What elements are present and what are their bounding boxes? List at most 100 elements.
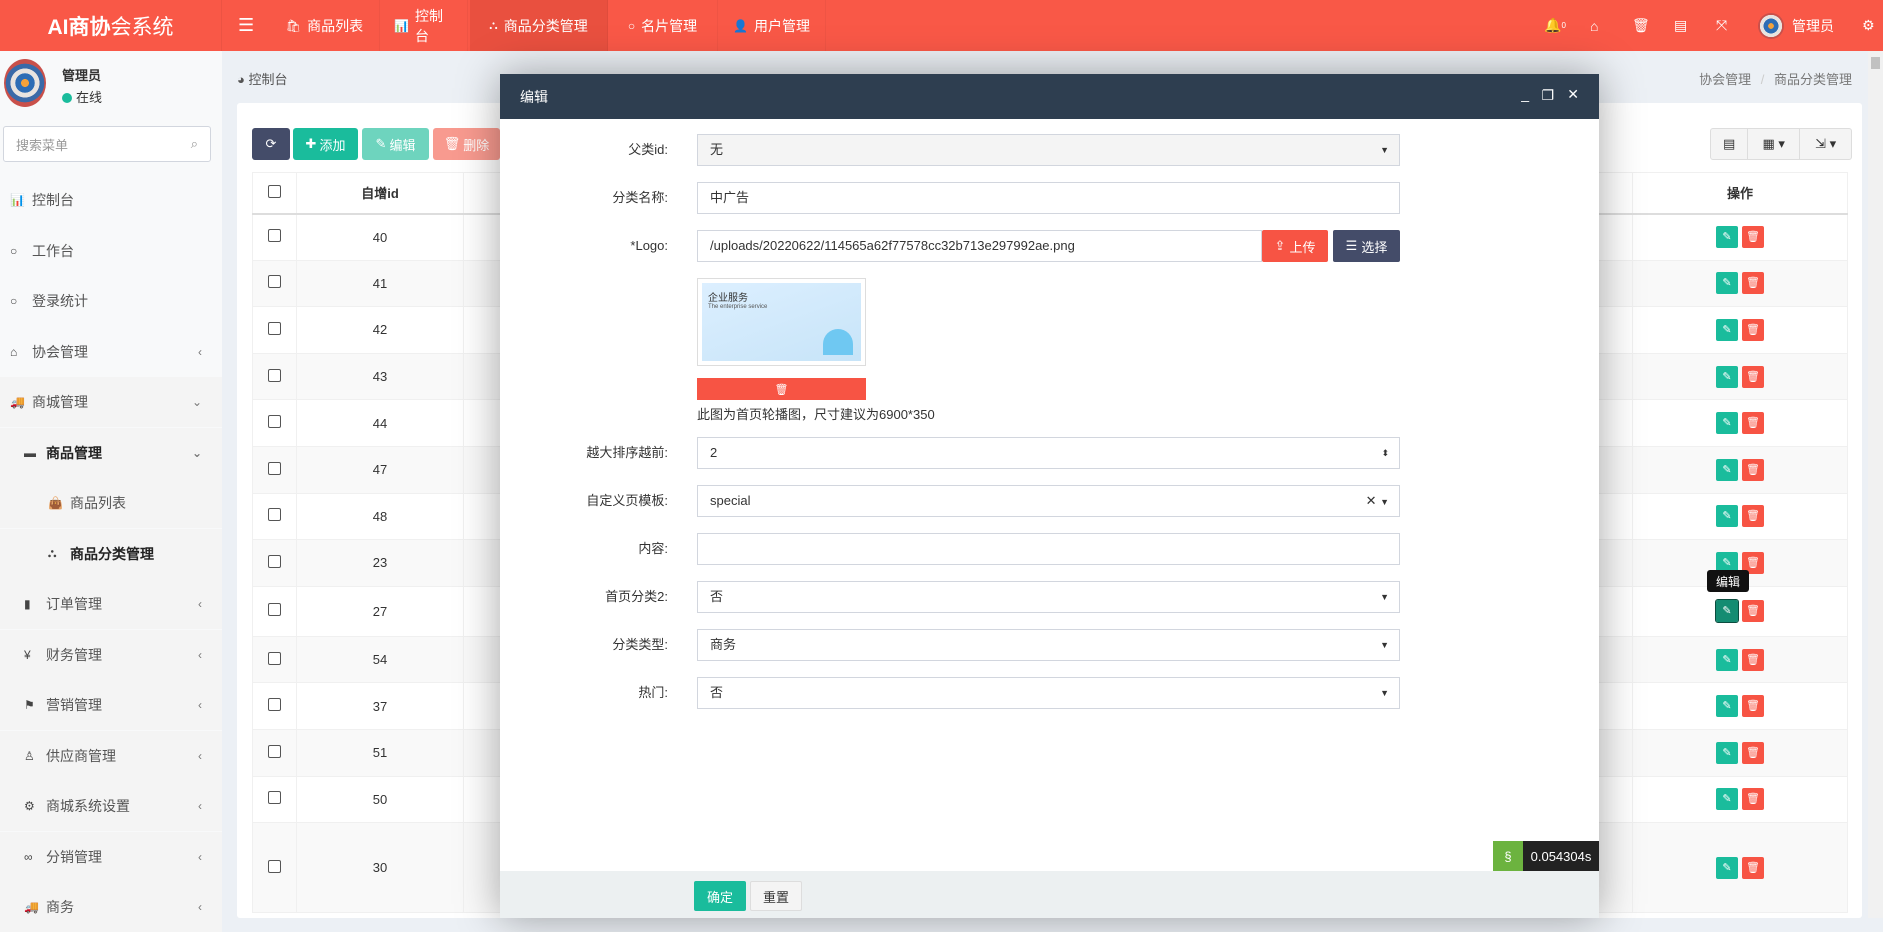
menu-toggle-icon[interactable]: ☰ xyxy=(238,0,254,51)
sidebar-item[interactable]: ⚑ 营销管理 ‹ xyxy=(0,680,222,730)
edit-row-button[interactable]: ✎ xyxy=(1716,741,1738,764)
row-checkbox[interactable] xyxy=(252,585,297,637)
edit-row-button[interactable]: ✎ xyxy=(1716,856,1738,879)
sidebar-item[interactable]: 🚚 商务 ‹ xyxy=(0,882,222,932)
sidebar-item[interactable]: 📊 控制台 xyxy=(0,175,222,225)
maximize-icon[interactable]: ❐ xyxy=(1541,87,1554,104)
edit-row-button[interactable]: ✎ xyxy=(1716,318,1738,341)
edit-row-button[interactable]: ✎ xyxy=(1716,505,1738,528)
logo[interactable]: AI商协 会系统 xyxy=(0,0,222,51)
col-id[interactable]: 自增id xyxy=(296,172,464,215)
scrollbar[interactable] xyxy=(1868,51,1883,918)
select-all[interactable] xyxy=(252,172,297,215)
delete-row-button[interactable]: 🗑 xyxy=(1742,856,1764,879)
nav-circle[interactable]: ○ 名片管理 xyxy=(608,0,718,51)
sidebar-item[interactable]: ▬ 商品管理 ⌄ xyxy=(0,427,222,478)
parent-select[interactable]: 无 ▼ xyxy=(697,134,1400,166)
minimize-icon[interactable]: _ xyxy=(1521,86,1529,102)
delete-row-button[interactable]: 🗑 xyxy=(1742,788,1764,811)
sidebar-item[interactable]: ♙ 供应商管理 ‹ xyxy=(0,730,222,781)
nav-sitemap[interactable]: ⛬ 商品分类管理 xyxy=(470,0,608,51)
row-checkbox[interactable] xyxy=(252,682,297,730)
edit-row-button[interactable]: ✎ xyxy=(1716,412,1738,435)
debug-timer[interactable]: § 0.054304s xyxy=(1493,841,1599,871)
search-menu-input[interactable]: 搜索菜单 ⌕ xyxy=(3,126,211,162)
sidebar-item[interactable]: 👜 商品列表 xyxy=(0,478,222,528)
trash-icon[interactable]: 🗑 xyxy=(1632,0,1650,51)
sidebar-item[interactable]: ¥ 财务管理 ‹ xyxy=(0,629,222,680)
row-checkbox[interactable] xyxy=(252,728,297,777)
nav-bar-chart[interactable]: 📊 控制台 xyxy=(380,0,468,51)
row-checkbox[interactable] xyxy=(252,306,297,354)
delete-row-button[interactable]: 🗑 xyxy=(1742,365,1764,388)
delete-button[interactable]: 🗑 删除 xyxy=(433,128,500,160)
sidebar-item[interactable]: 🚚 商城管理 ⌄ xyxy=(0,377,222,427)
breadcrumb-home[interactable]: ◕ 控制台 xyxy=(237,69,287,88)
close-icon[interactable]: ✕ xyxy=(1567,86,1579,103)
sort-input[interactable]: 2 ⬍ xyxy=(697,437,1400,469)
sidebar-item[interactable]: ○ 登录统计 xyxy=(0,276,222,326)
delete-row-button[interactable]: 🗑 xyxy=(1742,412,1764,435)
edit-row-button[interactable]: ✎ xyxy=(1716,226,1738,249)
edit-row-button[interactable]: ✎ xyxy=(1716,695,1738,718)
delete-row-button[interactable]: 🗑 xyxy=(1742,695,1764,718)
row-checkbox[interactable] xyxy=(252,399,297,447)
delete-row-button[interactable]: 🗑 xyxy=(1742,226,1764,249)
header-user-name[interactable]: 管理员 xyxy=(1792,0,1834,51)
sidebar-item[interactable]: ⚙ 商城系统设置 ‹ xyxy=(0,781,222,831)
edit-row-button[interactable]: ✎ xyxy=(1716,788,1738,811)
delete-row-button[interactable]: 🗑 xyxy=(1742,458,1764,481)
row-checkbox[interactable] xyxy=(252,352,297,401)
add-button[interactable]: ✚ 添加 xyxy=(293,128,358,160)
sidebar-item[interactable]: ∞ 分销管理 ‹ xyxy=(0,831,222,882)
choose-button[interactable]: ☰ 选择 xyxy=(1333,230,1400,262)
delete-row-button[interactable]: 🗑 xyxy=(1742,600,1764,623)
nav-user[interactable]: 👤 用户管理 xyxy=(718,0,826,51)
edit-row-button[interactable]: ✎ xyxy=(1715,599,1739,624)
logo-input[interactable]: /uploads/20220622/114565a62f77578cc32b71… xyxy=(697,230,1262,262)
sidebar-item[interactable]: ⌂ 协会管理 ‹ xyxy=(0,327,222,377)
sidebar-item[interactable]: ○ 工作台 xyxy=(0,226,222,276)
edit-row-button[interactable]: ✎ xyxy=(1716,458,1738,481)
name-input[interactable]: 中广告 xyxy=(697,182,1400,214)
home2-select[interactable]: 否 ▼ xyxy=(697,581,1400,613)
delete-row-button[interactable]: 🗑 xyxy=(1742,648,1764,671)
edit-row-button[interactable]: ✎ xyxy=(1716,648,1738,671)
row-checkbox[interactable] xyxy=(252,445,297,494)
sidebar-item[interactable]: ⛬ 商品分类管理 xyxy=(0,528,222,579)
toggle-view-icon[interactable]: ▤ xyxy=(1711,129,1749,159)
settings-cogs-icon[interactable]: ⚙ xyxy=(1862,0,1875,51)
delete-row-button[interactable]: 🗑 xyxy=(1742,318,1764,341)
upload-button[interactable]: ⇪ 上传 xyxy=(1262,230,1328,262)
row-checkbox[interactable] xyxy=(252,822,297,914)
bell-icon[interactable]: 🔔 0 xyxy=(1544,0,1566,51)
delete-row-button[interactable]: 🗑 xyxy=(1742,741,1764,764)
nav-shopping-bag[interactable]: 🛍 商品列表 xyxy=(270,0,380,51)
row-checkbox[interactable] xyxy=(252,492,297,541)
delete-row-button[interactable]: 🗑 xyxy=(1742,505,1764,528)
edit-button[interactable]: ✎ 编辑 xyxy=(362,128,429,160)
breadcrumb-item[interactable]: 协会管理 xyxy=(1699,72,1751,87)
row-checkbox[interactable] xyxy=(252,635,297,684)
fullscreen-icon[interactable]: ⤧ xyxy=(1716,0,1727,51)
edit-row-button[interactable]: ✎ xyxy=(1716,272,1738,295)
row-checkbox[interactable] xyxy=(252,213,297,261)
type-select[interactable]: 商务 ▼ xyxy=(697,629,1400,661)
template-select[interactable]: special ✕ ▼ xyxy=(697,485,1400,517)
home-icon[interactable]: ⌂ xyxy=(1590,0,1598,51)
row-checkbox[interactable] xyxy=(252,259,297,308)
confirm-button[interactable]: 确定 xyxy=(694,881,746,911)
columns-dropdown-icon[interactable]: ▦ ▾ xyxy=(1748,129,1801,159)
reset-button[interactable]: 重置 xyxy=(750,881,802,911)
edit-row-button[interactable]: ✎ xyxy=(1716,365,1738,388)
translate-icon[interactable]: ▤ xyxy=(1674,0,1687,51)
content-input[interactable] xyxy=(697,533,1400,565)
hot-select[interactable]: 否 ▼ xyxy=(697,677,1400,709)
delete-image-button[interactable]: 🗑 xyxy=(697,378,866,400)
header-avatar[interactable] xyxy=(1758,13,1784,39)
refresh-button[interactable]: ⟳ xyxy=(252,128,290,160)
delete-row-button[interactable]: 🗑 xyxy=(1742,272,1764,295)
row-checkbox[interactable] xyxy=(252,539,297,587)
export-dropdown-icon[interactable]: ⇲ ▾ xyxy=(1800,129,1851,159)
row-checkbox[interactable] xyxy=(252,775,297,824)
